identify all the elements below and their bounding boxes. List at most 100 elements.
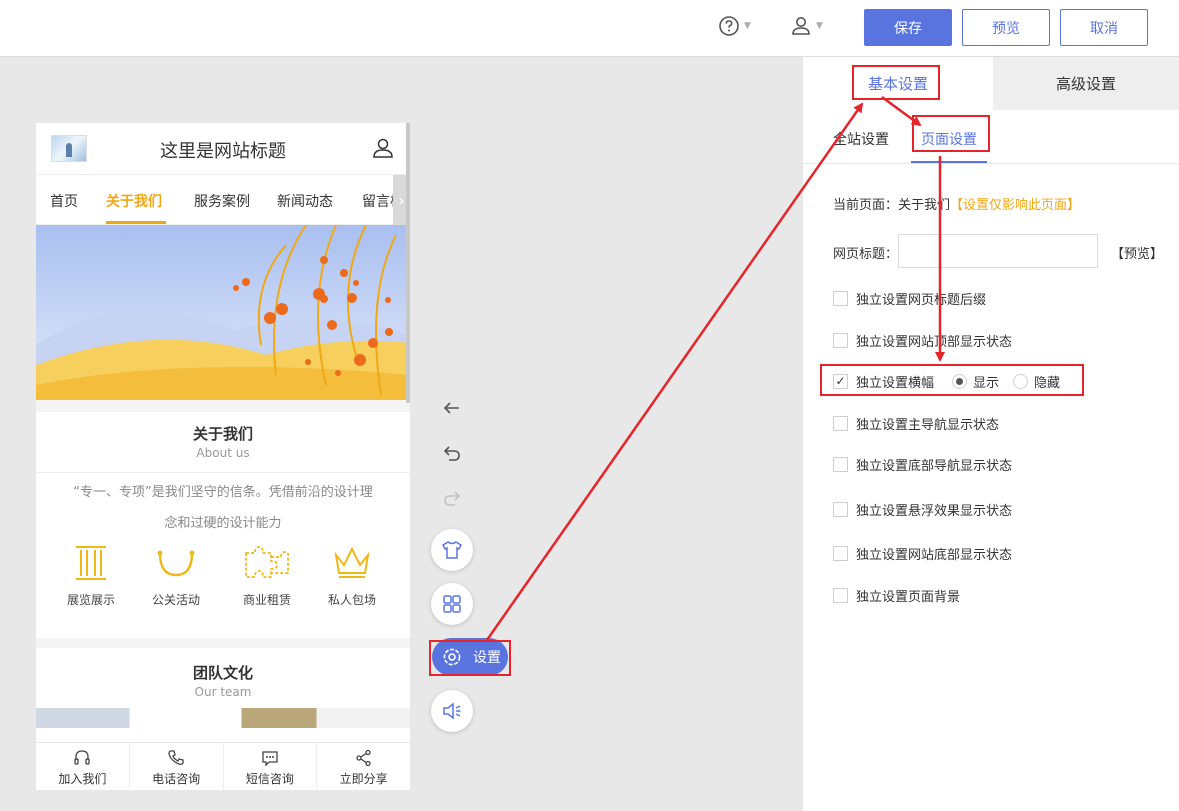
feature-label: 展览展示: [66, 593, 115, 607]
phone-icon: [168, 750, 184, 765]
checkbox[interactable]: [833, 456, 848, 472]
back-button[interactable]: [432, 396, 472, 420]
gear-icon: [443, 648, 461, 666]
speaker-icon: [443, 702, 461, 720]
option-float-effect[interactable]: 独立设置悬浮效果显示状态: [833, 500, 1013, 519]
radio-hide[interactable]: [1013, 373, 1029, 389]
current-page-info: 当前页面：关于我们【设置仅影响此页面】: [833, 194, 1080, 213]
page-scope-link[interactable]: 【设置仅影响此页面】: [950, 198, 1080, 213]
theme-button[interactable]: [431, 529, 473, 571]
bottom-label: 电话咨询: [152, 772, 201, 786]
feature-label: 公关活动: [151, 593, 200, 607]
site-header: 这里是网站标题: [36, 123, 410, 175]
nav-active-indicator: [106, 221, 166, 224]
share-icon: [355, 749, 371, 767]
redo-button[interactable]: [432, 486, 472, 510]
feature-private-booking[interactable]: 私人包场: [307, 543, 397, 608]
bottom-action-bar: 加入我们 电话咨询 短信咨询 立即分享: [36, 742, 410, 790]
current-page-label: 当前页面：关于我们: [833, 198, 951, 213]
bottom-label: 短信咨询: [245, 772, 294, 786]
settings-button[interactable]: 设置: [432, 638, 508, 676]
checkbox[interactable]: [833, 415, 848, 431]
bottom-sms[interactable]: 短信咨询: [224, 743, 318, 790]
crown-icon: [334, 546, 370, 578]
settings-subtabs: 全站设置 页面设置: [803, 110, 1179, 164]
option-label: 独立设置主导航显示状态: [856, 417, 1000, 433]
cancel-button[interactable]: 取消: [1060, 9, 1148, 46]
checkbox[interactable]: [833, 545, 848, 561]
undo-button[interactable]: [432, 441, 472, 465]
tab-basic-settings[interactable]: 基本设置: [803, 57, 993, 110]
arrow-left-icon: [443, 402, 459, 414]
preview-scrollbar[interactable]: [406, 123, 410, 403]
feature-exhibition[interactable]: 展览展示: [46, 543, 136, 608]
option-bottom-nav[interactable]: 独立设置底部导航显示状态: [833, 455, 1013, 474]
user-menu[interactable]: ▼: [790, 14, 823, 38]
option-label: 独立设置网页标题后缀: [856, 292, 987, 308]
settings-label: 设置: [473, 650, 501, 666]
option-main-nav[interactable]: 独立设置主导航显示状态: [833, 414, 1000, 433]
bottom-phone[interactable]: 电话咨询: [130, 743, 224, 790]
option-footer-display[interactable]: 独立设置网站底部显示状态: [833, 544, 1012, 563]
bottom-join-us[interactable]: 加入我们: [36, 743, 130, 790]
option-label: 独立设置底部导航显示状态: [856, 458, 1013, 474]
preview-button[interactable]: 预览: [962, 9, 1050, 46]
nav-item-about[interactable]: 关于我们: [106, 191, 162, 211]
about-desc-line-2: 念和过硬的设计能力: [164, 516, 282, 531]
checkbox[interactable]: [833, 332, 848, 348]
site-nav: 首页 关于我们 服务案例 新闻动态 留言板 ›: [36, 175, 410, 225]
radio-show[interactable]: [952, 373, 968, 389]
option-banner[interactable]: ✓ 独立设置横幅 显示 隐藏: [833, 372, 1061, 391]
announcement-button[interactable]: [431, 690, 473, 732]
bottom-share[interactable]: 立即分享: [317, 743, 410, 790]
user-icon[interactable]: [371, 136, 395, 160]
option-title-suffix[interactable]: 独立设置网页标题后缀: [833, 289, 987, 308]
about-section-header: 关于我们 About us: [36, 412, 410, 473]
settings-panel: 基本设置 高级设置 全站设置 页面设置 当前页面：关于我们【设置仅影响此页面】 …: [803, 57, 1179, 811]
chevron-down-icon: ▼: [744, 21, 751, 31]
checkbox-checked[interactable]: ✓: [833, 373, 848, 389]
redo-icon: [444, 491, 461, 506]
feature-label: 私人包场: [327, 593, 376, 607]
page-title-label: 网页标题：: [833, 247, 899, 262]
headset-icon: [74, 750, 91, 765]
checkbox[interactable]: [833, 290, 848, 306]
feature-rental[interactable]: 商业租赁: [222, 543, 312, 608]
banner-image: [36, 225, 410, 400]
team-section-header: 团队文化 Our team: [36, 648, 410, 708]
user-icon: [792, 17, 810, 35]
page-title-input[interactable]: [898, 234, 1098, 268]
nav-item-cases[interactable]: 服务案例: [194, 191, 250, 211]
option-top-display[interactable]: 独立设置网站顶部显示状态: [833, 331, 1012, 350]
checkbox[interactable]: [833, 587, 848, 603]
save-button[interactable]: 保存: [864, 9, 952, 46]
feature-pr-events[interactable]: 公关活动: [131, 543, 221, 608]
option-page-background[interactable]: 独立设置页面背景: [833, 586, 960, 605]
site-title: 这里是网站标题: [160, 141, 286, 162]
bottom-label: 加入我们: [58, 772, 107, 786]
section-gap: [36, 400, 410, 412]
grid-icon: [443, 595, 461, 613]
feature-grid: 展览展示 公关活动 商业租赁 私人包场: [36, 543, 410, 638]
nav-item-news[interactable]: 新闻动态: [277, 191, 333, 211]
section-gap: [36, 638, 410, 648]
undo-icon: [443, 446, 460, 461]
subtab-page-settings[interactable]: 页面设置: [921, 129, 977, 149]
team-title: 团队文化: [192, 664, 253, 682]
feature-label: 商业租赁: [242, 593, 291, 607]
subtab-site-settings[interactable]: 全站设置: [833, 129, 889, 149]
message-icon: [262, 751, 278, 767]
checkbox[interactable]: [833, 501, 848, 517]
about-description: “专一、专项”是我们坚守的信条。凭借前沿的设计理 念和过硬的设计能力: [36, 473, 410, 543]
mobile-preview: 这里是网站标题 首页 关于我们 服务案例 新闻动态 留言板 › 关于我们 Abo…: [36, 123, 410, 790]
bottom-label: 立即分享: [339, 772, 388, 786]
tab-advanced-settings[interactable]: 高级设置: [993, 57, 1179, 110]
help-menu[interactable]: ▼: [718, 14, 751, 38]
radio-hide-label: 隐藏: [1034, 375, 1061, 391]
about-title: 关于我们: [192, 425, 253, 443]
option-label: 独立设置悬浮效果显示状态: [856, 503, 1013, 519]
nav-item-home[interactable]: 首页: [50, 191, 78, 211]
shirt-icon: [442, 541, 462, 559]
modules-button[interactable]: [431, 583, 473, 625]
title-preview-link[interactable]: 【预览】: [1111, 243, 1163, 262]
